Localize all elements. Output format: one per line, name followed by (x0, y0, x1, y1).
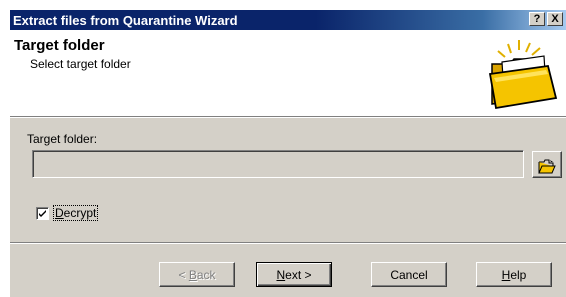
target-folder-label: Target folder: (27, 132, 98, 146)
wizard-header: Target folder Select target folder (10, 30, 566, 117)
title-bar[interactable]: Extract files from Quarantine Wizard ? X (10, 10, 566, 30)
close-title-button[interactable]: X (547, 12, 563, 26)
cancel-button[interactable]: Cancel (371, 262, 447, 287)
target-folder-input[interactable] (32, 150, 524, 178)
back-button[interactable]: < Back (159, 262, 235, 287)
button-bar-separator (10, 242, 566, 244)
window-title: Extract files from Quarantine Wizard (13, 13, 238, 28)
header-separator (10, 117, 566, 118)
decrypt-label[interactable]: Decrypt (52, 205, 99, 221)
browse-folder-button[interactable] (532, 151, 562, 178)
help-button[interactable]: Help (476, 262, 552, 287)
next-button[interactable]: Next > (256, 262, 332, 287)
wizard-window: Extract files from Quarantine Wizard ? X… (8, 8, 566, 297)
folder-open-icon (533, 159, 561, 175)
checkmark-icon (39, 210, 46, 217)
page-title: Target folder (14, 37, 105, 54)
page-subtitle: Select target folder (30, 57, 131, 71)
decrypt-checkbox[interactable] (36, 207, 49, 220)
open-folder-icon (486, 38, 560, 112)
help-title-button[interactable]: ? (529, 12, 545, 26)
